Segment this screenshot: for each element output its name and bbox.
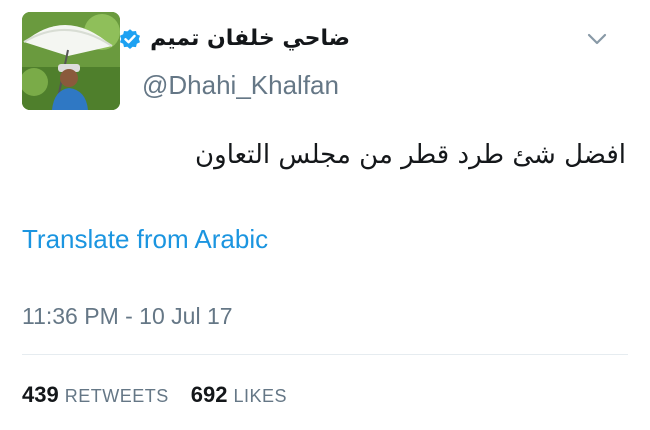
author-display-name[interactable]: ضاحي خلفان تميم <box>150 26 350 51</box>
retweets-count: 439 <box>22 382 59 407</box>
likes-stat[interactable]: 692 LIKES <box>191 382 287 408</box>
tweet-stats: 439 RETWEETS 692 LIKES <box>22 382 309 408</box>
retweets-stat[interactable]: 439 RETWEETS <box>22 382 169 408</box>
translate-link[interactable]: Translate from Arabic <box>22 224 268 255</box>
avatar[interactable] <box>22 12 120 110</box>
verified-badge-icon <box>118 27 142 51</box>
divider <box>22 354 628 355</box>
likes-count: 692 <box>190 382 228 407</box>
author-name-row[interactable]: ضاحي خلفان تميم <box>118 26 350 51</box>
author-handle[interactable]: @Dhahi_Khalfan <box>142 70 339 101</box>
chevron-down-icon[interactable] <box>584 28 610 50</box>
tweet-text: افضل شئ طرد قطر من مجلس التعاون <box>195 140 626 170</box>
retweets-label: RETWEETS <box>64 386 169 406</box>
likes-label: LIKES <box>233 386 287 406</box>
tweet-timestamp[interactable]: 11:36 PM - 10 Jul 17 <box>22 303 233 330</box>
avatar-photo <box>22 12 120 110</box>
